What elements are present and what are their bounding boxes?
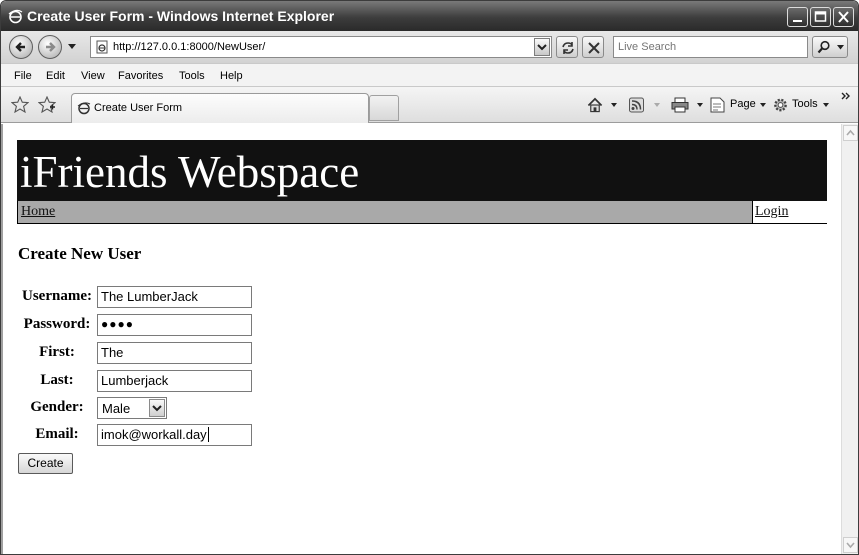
ie-logo-icon	[8, 9, 23, 24]
password-label: Password:	[23, 316, 91, 332]
page-heading: Create New User	[18, 244, 142, 263]
scroll-down-button[interactable]	[843, 537, 858, 553]
page-content: iFriends Webspace Home Login Create New …	[1, 124, 858, 554]
chevron-down-icon	[846, 542, 855, 549]
forward-button[interactable]	[38, 35, 62, 59]
username-input[interactable]: The LumberJack	[97, 286, 252, 308]
gender-select[interactable]: Male	[97, 397, 167, 419]
maximize-icon	[814, 11, 827, 22]
window-title: Create User Form - Windows Internet Expl…	[27, 8, 335, 24]
search-input[interactable]	[614, 37, 807, 57]
tab-create-user-form[interactable]: Create User Form	[71, 93, 369, 123]
last-name-label: Last:	[40, 372, 74, 388]
chevron-down-icon	[537, 44, 547, 51]
chevron-up-icon	[846, 129, 855, 136]
address-bar[interactable]: http://127.0.0.1:8000/NewUser/	[90, 36, 552, 58]
menu-help[interactable]: Help	[220, 70, 243, 82]
first-name-label: First:	[39, 344, 75, 360]
history-dropdown-icon[interactable]	[68, 44, 76, 50]
tab-bar: Create User Form Page Tools	[1, 87, 858, 123]
search-options-icon[interactable]	[837, 45, 844, 50]
forward-arrow-icon	[46, 42, 56, 52]
nav-link-login[interactable]: Login	[755, 204, 788, 220]
create-button[interactable]: Create	[18, 453, 73, 474]
feeds-dropdown-icon[interactable]	[654, 103, 660, 107]
page-menu-icon[interactable]	[710, 97, 725, 113]
back-arrow-icon	[15, 42, 25, 52]
new-tab-button[interactable]	[369, 95, 399, 121]
site-header: iFriends Webspace	[17, 140, 827, 201]
menu-edit[interactable]: Edit	[46, 70, 65, 82]
first-name-input[interactable]: The	[97, 342, 252, 364]
tools-menu-label[interactable]: Tools	[792, 98, 818, 110]
password-input[interactable]: ●●●●	[97, 314, 252, 336]
email-label: Email:	[35, 426, 79, 442]
ie-page-icon	[77, 102, 91, 115]
vertical-scrollbar[interactable]	[841, 124, 858, 554]
refresh-icon	[562, 42, 574, 54]
page-dropdown-icon[interactable]	[760, 103, 766, 107]
print-dropdown-icon[interactable]	[697, 103, 703, 107]
gear-icon[interactable]	[772, 97, 789, 113]
favorites-star-icon[interactable]	[11, 96, 29, 113]
last-name-input[interactable]: Lumberjack	[97, 370, 252, 392]
search-button[interactable]	[812, 36, 848, 58]
home-dropdown-icon[interactable]	[611, 103, 617, 107]
tab-label: Create User Form	[94, 102, 183, 114]
close-window-button[interactable]	[833, 7, 854, 27]
print-icon[interactable]	[671, 97, 689, 113]
refresh-button[interactable]	[556, 36, 578, 58]
search-icon	[817, 40, 830, 54]
menu-file[interactable]: File	[14, 70, 32, 82]
gender-dropdown-button[interactable]	[149, 399, 165, 417]
gender-selected-value: Male	[102, 401, 131, 416]
text-cursor	[207, 427, 209, 442]
back-button[interactable]	[9, 35, 33, 59]
address-dropdown-button[interactable]	[534, 38, 550, 56]
email-value: imok@workall.day	[101, 427, 207, 442]
navigation-toolbar: http://127.0.0.1:8000/NewUser/	[1, 31, 858, 63]
stop-icon	[588, 42, 600, 54]
stop-button[interactable]	[582, 36, 604, 58]
browser-window: Create User Form - Windows Internet Expl…	[0, 0, 859, 555]
menu-tools[interactable]: Tools	[179, 70, 205, 82]
gender-label: Gender:	[30, 399, 84, 415]
close-icon	[838, 11, 849, 23]
nav-link-home[interactable]: Home	[21, 204, 55, 220]
username-label: Username:	[22, 288, 92, 304]
rss-feed-icon[interactable]	[629, 97, 644, 113]
menu-bar: File Edit View Favorites Tools Help	[1, 63, 858, 87]
minimize-icon	[793, 20, 802, 22]
scroll-up-button[interactable]	[843, 125, 858, 141]
search-box[interactable]	[613, 36, 808, 58]
email-input[interactable]: imok@workall.day	[97, 424, 252, 446]
minimize-button[interactable]	[787, 7, 808, 27]
tools-dropdown-icon[interactable]	[823, 103, 829, 107]
site-title: iFriends Webspace	[20, 147, 360, 197]
add-favorite-icon[interactable]	[38, 96, 56, 113]
menu-favorites[interactable]: Favorites	[118, 70, 163, 82]
url-text[interactable]: http://127.0.0.1:8000/NewUser/	[113, 41, 265, 53]
site-nav-bar: Home Login	[17, 201, 827, 224]
maximize-button[interactable]	[810, 7, 831, 27]
menu-view[interactable]: View	[81, 70, 105, 82]
home-icon[interactable]	[586, 97, 604, 113]
page-icon	[96, 40, 108, 54]
chevron-down-icon	[152, 405, 162, 412]
nav-login-cell: Login	[752, 201, 827, 223]
page-menu-label[interactable]: Page	[730, 98, 756, 110]
title-bar: Create User Form - Windows Internet Expl…	[1, 1, 858, 31]
chevron-overflow-icon[interactable]	[841, 92, 851, 100]
